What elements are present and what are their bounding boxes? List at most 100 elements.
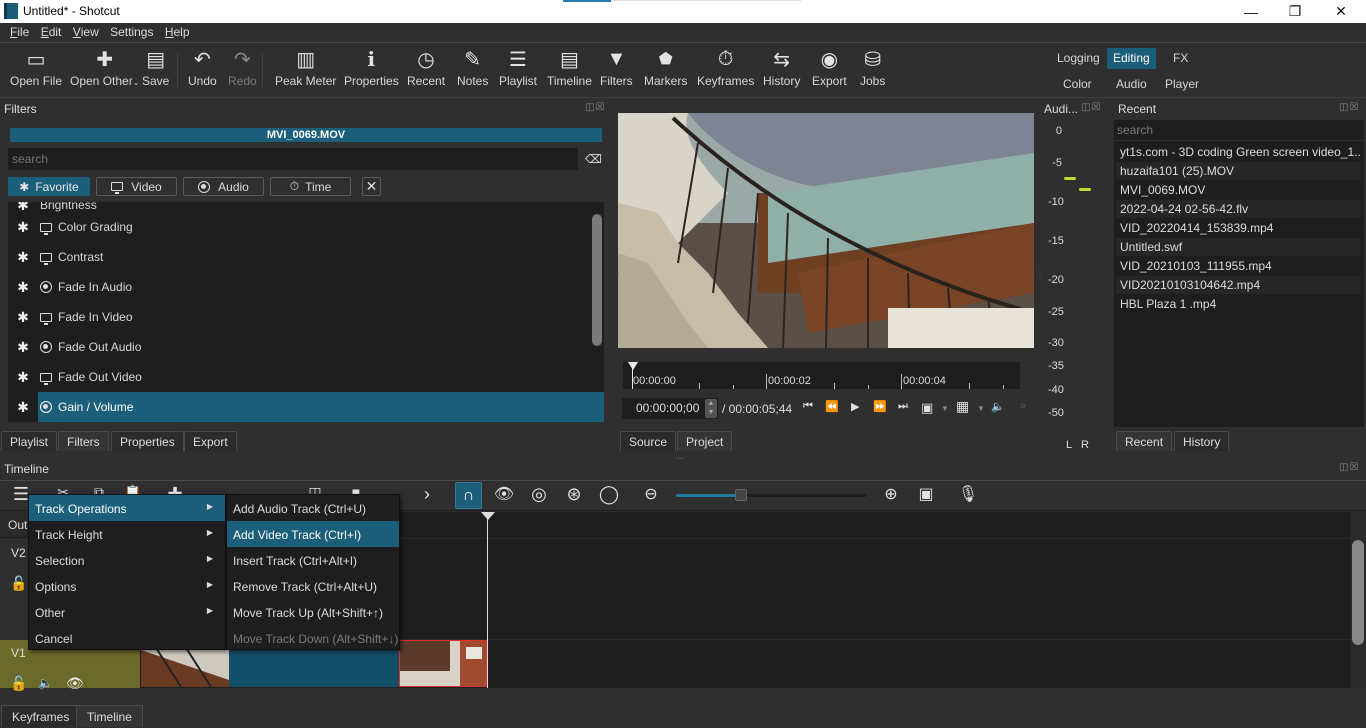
volume-button[interactable]: 🔈 [991,400,1005,413]
filter-item-selected[interactable]: ✱ Gain / Volume [8,392,604,422]
recent-item[interactable]: HBL Plaza 1 .mp4 [1116,295,1361,313]
keyframes-button[interactable]: ⏱ Keyframes [697,44,754,96]
audio-meter-dock-buttons[interactable]: ◫☒ [1081,102,1101,113]
recent-item[interactable]: MVI_0069.MOV [1116,181,1361,199]
filter-item[interactable]: ✱ Fade In Video [8,302,604,332]
rewind-button[interactable]: ⏪ [825,400,839,413]
menu-cancel[interactable]: Cancel [29,625,225,651]
recent-button[interactable]: ◷ Recent [407,44,445,96]
properties-button[interactable]: i Properties [344,44,399,96]
filter-item[interactable]: ✱ Color Grading [8,212,604,242]
add-audio-track-item[interactable]: Add Audio Track (Ctrl+U) [227,495,399,521]
splitter-handle[interactable]: ⋮ [1035,268,1045,279]
tab-properties[interactable]: Properties [111,431,184,451]
layout-audio-button[interactable]: Audio [1110,74,1153,95]
notes-button[interactable]: ✎ Notes [457,44,488,96]
recent-item[interactable]: VID_20210103_111955.mp4 [1116,257,1361,275]
recent-item[interactable]: VID20210103104642.mp4 [1116,276,1361,294]
close-window-button[interactable]: ✕ [1318,0,1364,23]
menu-other[interactable]: Other ▶ [29,599,225,625]
timeline-h-scroll-area[interactable] [140,688,1366,705]
snap-magnet-button[interactable]: ∩ [455,482,482,509]
zoom-out-icon[interactable]: ⊖ [638,484,664,504]
layout-player-button[interactable]: Player [1159,74,1205,95]
ripple-markers-icon[interactable]: ◯ [596,484,622,505]
save-button[interactable]: ▤ Save [142,44,169,96]
filter-category-video[interactable]: Video [96,177,177,196]
next-marker-icon[interactable]: › [414,484,440,505]
undo-button[interactable]: ↶ Undo [188,44,217,96]
layout-fx-button[interactable]: FX [1167,48,1194,69]
tab-keyframes[interactable]: Keyframes [1,705,81,727]
lock-icon[interactable]: 🔓 [10,675,27,692]
menu-settings[interactable]: Settings [110,23,153,39]
minimize-button[interactable]: — [1228,0,1274,23]
tab-source[interactable]: Source [620,431,677,451]
tab-history[interactable]: History [1174,431,1230,451]
history-button[interactable]: ⇆ History [763,44,800,96]
markers-button[interactable]: ⬟ Markers [644,44,687,96]
menu-options[interactable]: Options ▶ [29,573,225,599]
menu-edit[interactable]: Edit [41,23,62,39]
ripple-icon[interactable]: ◎ [526,484,552,505]
filter-category-time[interactable]: ⏱ Time [270,177,351,196]
player-scrub-ruler[interactable] [623,362,1020,389]
filter-list-scrollbar[interactable] [592,214,602,346]
more-controls-icon[interactable]: » [1020,400,1026,412]
record-audio-mic-icon[interactable]: 🎙 [955,484,981,504]
move-track-up-item[interactable]: Move Track Up (Alt+Shift+↑) [227,599,399,625]
add-video-track-item[interactable]: Add Video Track (Ctrl+I) [227,521,399,547]
filters-dock-buttons[interactable]: ◫☒ [585,102,605,113]
export-button[interactable]: ◉ Export [812,44,847,96]
zoom-dropdown-icon[interactable]: ▼ [941,404,949,413]
redo-button[interactable]: ↷ Redo [228,44,257,96]
recent-item[interactable]: huzaifa101 (25).MOV [1116,162,1361,180]
maximize-button[interactable]: ❐ [1272,0,1318,23]
clear-search-icon[interactable]: ⌫ [585,152,603,166]
peak-meter-button[interactable]: ▥ Peak Meter [275,44,336,96]
hide-eye-icon[interactable]: 👁 [66,675,84,692]
grid-dropdown-icon[interactable]: ▼ [977,404,985,413]
skip-to-start-button[interactable]: ⏮ [803,400,813,413]
tab-project[interactable]: Project [677,431,733,451]
toggle-zoom-button[interactable]: ▣ [921,400,933,416]
remove-track-item[interactable]: Remove Track (Ctrl+Alt+U) [227,573,399,599]
tab-filters[interactable]: Filters [58,431,109,451]
filter-category-favorite[interactable]: ✱ Favorite [8,177,90,196]
recent-item[interactable]: 2022-04-24 02-56-42.flv [1116,200,1361,218]
video-preview[interactable] [618,113,1034,348]
play-button[interactable]: ▶ [851,400,859,413]
splitter-handle[interactable]: ⋯ [676,454,684,463]
recent-search-input[interactable]: search [1114,120,1364,140]
ripple-all-icon[interactable]: ⊛ [561,484,587,505]
filter-category-audio[interactable]: Audio [183,177,264,196]
timecode-spinner[interactable]: ▲ ▼ [705,399,717,418]
mute-icon[interactable]: 🔈 [38,676,53,690]
tab-export[interactable]: Export [184,431,237,451]
playlist-button[interactable]: ☰ Playlist [499,44,537,96]
layout-logging-button[interactable]: Logging [1051,48,1106,69]
scrub-eye-icon[interactable]: 👁 [491,484,517,504]
layout-editing-button[interactable]: Editing [1107,48,1156,69]
layout-color-button[interactable]: Color [1057,74,1098,95]
menu-help[interactable]: Help [165,23,190,39]
tab-playlist[interactable]: Playlist [1,431,58,451]
filter-search-input[interactable] [8,148,578,170]
timeline-v-scrollbar[interactable] [1352,540,1364,645]
filter-item[interactable]: ✱ Fade In Audio [8,272,604,302]
open-file-button[interactable]: ▭ Open File [10,44,62,96]
insert-track-item[interactable]: Insert Track (Ctrl+Alt+I) [227,547,399,573]
timeline-dock-buttons[interactable]: ◫☒ [1339,462,1359,473]
timeline-playhead[interactable] [481,512,495,520]
recent-item[interactable]: yt1s.com - 3D coding Green screen video_… [1116,143,1361,161]
skip-to-end-button[interactable]: ⏭ [898,400,908,413]
close-filter-button[interactable]: ✕ [362,177,381,196]
player-playhead[interactable] [628,362,638,370]
lock-icon[interactable]: 🔓 [10,575,27,592]
recent-item[interactable]: VID_20220414_153839.mp4 [1116,219,1361,237]
filter-item[interactable]: ✱ Fade Out Audio [8,332,604,362]
splitter-handle[interactable]: ⋮ [613,268,624,279]
menu-file[interactable]: File [10,23,29,39]
menu-track-operations[interactable]: Track Operations ▶ [29,495,225,521]
zoom-slider-handle[interactable] [735,489,747,501]
